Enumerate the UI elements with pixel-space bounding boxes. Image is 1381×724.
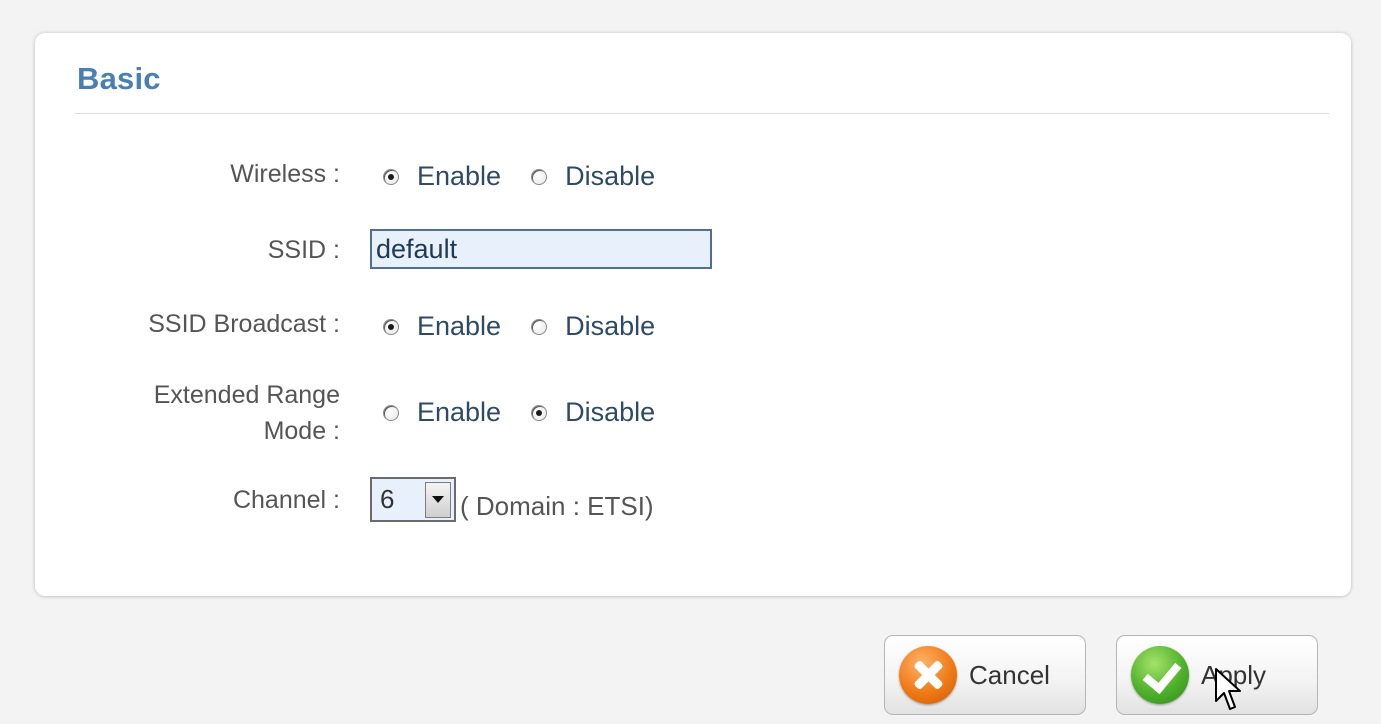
- wireless-disable-radio[interactable]: [531, 168, 548, 185]
- wireless-disable-label: Disable: [565, 161, 656, 191]
- extended-range-enable-label: Enable: [417, 397, 502, 427]
- extended-range-disable-option[interactable]: Disable: [531, 397, 655, 428]
- channel-label: Channel :: [232, 486, 340, 514]
- ssid-broadcast-enable-radio[interactable]: [383, 318, 399, 335]
- channel-value: 6: [380, 484, 395, 514]
- extended-range-label-line2: Mode :: [263, 417, 340, 445]
- ssid-broadcast-label: SSID Broadcast :: [148, 310, 340, 338]
- channel-domain-text: ( Domain : ETSI): [460, 491, 654, 521]
- wireless-disable-option[interactable]: Disable: [531, 161, 655, 192]
- ssid-broadcast-radio-group: Enable Disable: [383, 311, 655, 342]
- wireless-enable-option[interactable]: Enable: [383, 161, 501, 192]
- extended-range-radio-group: Enable Disable: [383, 397, 655, 428]
- extended-range-enable-radio[interactable]: [383, 404, 399, 421]
- cancel-button[interactable]: Cancel: [884, 635, 1086, 715]
- mouse-pointer-icon: [1215, 668, 1241, 710]
- ssid-broadcast-enable-label: Enable: [417, 311, 502, 341]
- wireless-enable-radio[interactable]: [383, 168, 399, 185]
- chevron-down-icon[interactable]: [425, 481, 451, 518]
- wireless-radio-group: Enable Disable: [383, 161, 655, 192]
- ssid-broadcast-disable-option[interactable]: Disable: [531, 311, 655, 342]
- basic-settings-panel: Basic Wireless : Enable Disable SSID : S…: [35, 33, 1351, 596]
- ssid-label: SSID :: [267, 236, 340, 264]
- ssid-broadcast-enable-option[interactable]: Enable: [383, 311, 501, 342]
- title-divider: [75, 113, 1329, 114]
- extended-range-enable-option[interactable]: Enable: [383, 397, 501, 428]
- check-circle-icon: [1131, 646, 1189, 704]
- extended-range-disable-radio[interactable]: [531, 404, 548, 421]
- ssid-input[interactable]: [370, 229, 712, 269]
- channel-select[interactable]: 6: [370, 477, 456, 522]
- cancel-button-label: Cancel: [969, 659, 1050, 690]
- extended-range-disable-label: Disable: [565, 397, 656, 427]
- wireless-enable-label: Enable: [417, 161, 502, 191]
- ssid-broadcast-disable-radio[interactable]: [531, 318, 548, 335]
- wireless-label: Wireless :: [230, 160, 340, 188]
- ssid-broadcast-disable-label: Disable: [565, 311, 656, 341]
- x-circle-icon: [899, 646, 957, 704]
- extended-range-label: Extended Range Mode :: [154, 377, 340, 449]
- panel-title: Basic: [77, 61, 161, 96]
- extended-range-label-line1: Extended Range: [153, 381, 340, 409]
